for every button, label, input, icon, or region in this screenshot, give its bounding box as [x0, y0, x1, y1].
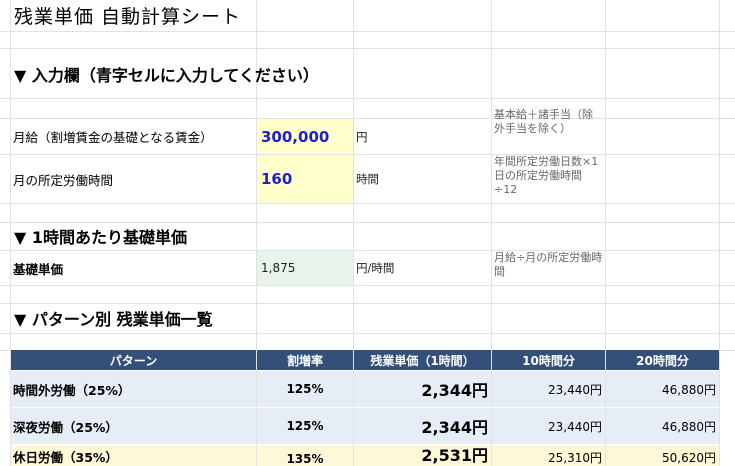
monthly-salary-input[interactable]: 300,000 [257, 119, 353, 154]
monthly-salary-label[interactable]: 月給（割増賃金の基礎となる賃金） [11, 119, 256, 154]
col-header-10h[interactable]: 10時間分 [492, 350, 605, 370]
pattern-10h-overtime[interactable]: 23,440円 [492, 371, 605, 407]
pattern-rate-holiday[interactable]: 135% [257, 445, 353, 466]
monthly-salary-note[interactable]: 基本給＋諸手当（除外手当を除く） [492, 108, 602, 154]
pattern-10h-holiday[interactable]: 25,310円 [492, 445, 605, 466]
input-section-heading[interactable]: ▼ 入力欄（青字セルに入力してください） [14, 62, 474, 86]
monthly-hours-label[interactable]: 月の所定労働時間 [11, 155, 256, 203]
col-header-pattern[interactable]: パターン [11, 350, 256, 370]
pattern-name-holiday[interactable]: 休日労働（35%） [11, 445, 256, 466]
monthly-hours-input[interactable]: 160 [257, 155, 353, 203]
monthly-hours-note[interactable]: 年間所定労働日数×1日の所定労働時間÷12 [492, 155, 604, 203]
sheet-title[interactable]: 残業単価 自動計算シート [14, 2, 414, 28]
base-rate-value[interactable]: 1,875 [257, 251, 353, 285]
pattern-20h-holiday[interactable]: 50,620円 [606, 445, 719, 466]
pattern-name-night[interactable]: 深夜労働（25%） [11, 408, 256, 444]
base-rate-note[interactable]: 月給÷月の所定労働時間 [492, 251, 604, 285]
monthly-hours-unit[interactable]: 時間 [354, 155, 491, 203]
base-section-heading[interactable]: ▼ 1時間あたり基礎単価 [14, 224, 314, 248]
pattern-20h-night[interactable]: 46,880円 [606, 408, 719, 444]
pattern-rate-night[interactable]: 125% [257, 408, 353, 444]
base-rate-label[interactable]: 基礎単価 [11, 251, 256, 285]
col-header-20h[interactable]: 20時間分 [606, 350, 719, 370]
pattern-rate-overtime[interactable]: 125% [257, 371, 353, 407]
pattern-20h-overtime[interactable]: 46,880円 [606, 371, 719, 407]
pattern-name-overtime[interactable]: 時間外労働（25%） [11, 371, 256, 407]
col-header-unit-price[interactable]: 残業単価（1時間） [354, 350, 491, 370]
pattern-unit-price-holiday[interactable]: 2,531円 [354, 445, 491, 466]
monthly-salary-unit[interactable]: 円 [354, 119, 491, 154]
col-header-rate[interactable]: 割増率 [257, 350, 353, 370]
pattern-section-heading[interactable]: ▼ パターン別 残業単価一覧 [14, 306, 314, 330]
pattern-10h-night[interactable]: 23,440円 [492, 408, 605, 444]
base-rate-unit[interactable]: 円/時間 [354, 251, 491, 285]
pattern-unit-price-overtime[interactable]: 2,344円 [354, 371, 491, 407]
pattern-unit-price-night[interactable]: 2,344円 [354, 408, 491, 444]
